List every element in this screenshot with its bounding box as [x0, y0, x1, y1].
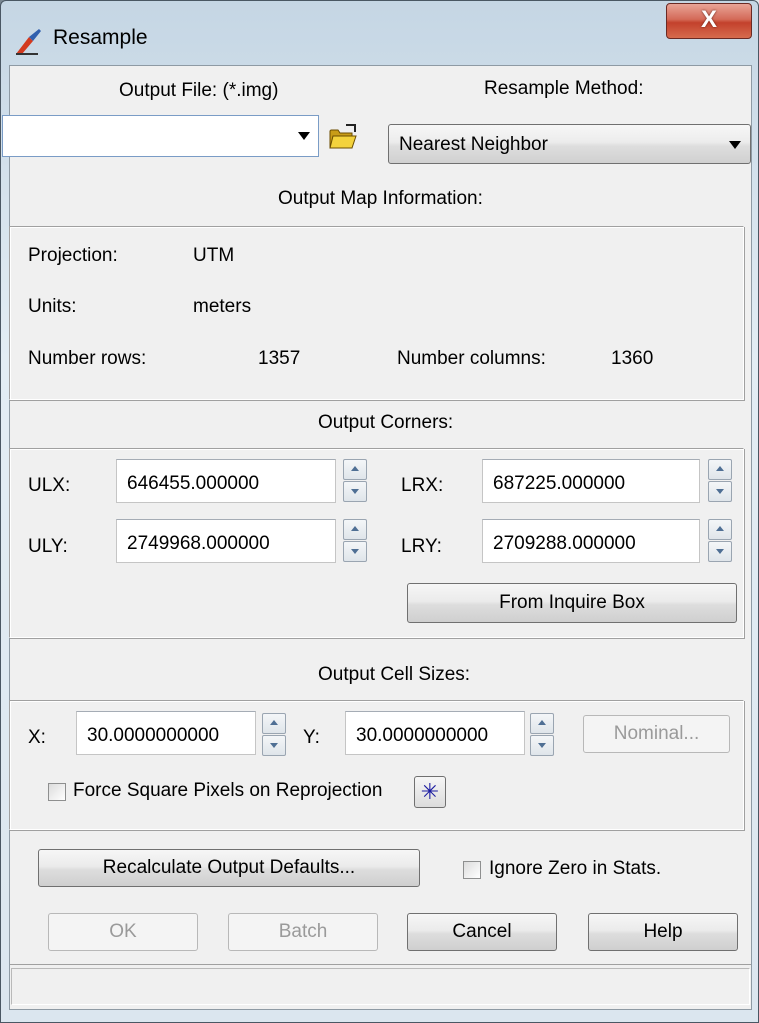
spin-up-icon[interactable] [530, 713, 554, 734]
number-rows-label: Number rows: [28, 348, 147, 369]
corners-group: ULX: LRX: ULY: LRY: From Inquire Box [9, 448, 744, 638]
star-button[interactable]: ✳ [414, 776, 446, 808]
close-button[interactable]: X [666, 3, 752, 39]
map-info-group: Projection: UTM Units: meters Number row… [9, 226, 744, 400]
units-label: Units: [28, 296, 77, 317]
projection-label: Projection: [28, 245, 118, 266]
number-columns-value: 1360 [611, 348, 654, 369]
output-file-input[interactable] [3, 116, 283, 156]
resample-dialog: Resample X Output File: (*.img) Resample… [0, 0, 759, 1023]
uly-stepper[interactable] [343, 519, 367, 563]
spin-up-icon[interactable] [343, 519, 367, 540]
cell-sizes-group: X: Y: Nominal... Force Square Pixels on … [9, 700, 744, 830]
from-inquire-box-button[interactable]: From Inquire Box [407, 583, 737, 623]
chevron-down-icon [729, 141, 741, 149]
lry-input[interactable] [482, 519, 700, 563]
resample-method-value: Nearest Neighbor [399, 134, 548, 155]
map-info-heading: Output Map Information: [278, 188, 483, 209]
projection-value: UTM [193, 245, 235, 266]
cell-y-stepper[interactable] [530, 713, 554, 757]
resample-method-select[interactable]: Nearest Neighbor [388, 124, 751, 164]
lry-stepper[interactable] [708, 519, 732, 563]
spin-up-icon[interactable] [708, 459, 732, 480]
ulx-input[interactable] [116, 459, 336, 503]
ulx-stepper[interactable] [343, 459, 367, 503]
spin-up-icon[interactable] [708, 519, 732, 540]
close-icon: X [700, 6, 717, 33]
resample-app-icon [16, 29, 41, 55]
spin-down-icon[interactable] [708, 481, 732, 502]
force-square-pixels-checkbox[interactable] [48, 783, 66, 801]
corners-heading: Output Corners: [318, 412, 454, 433]
cell-x-label: X: [28, 727, 46, 748]
window-title: Resample [53, 26, 148, 49]
status-bar-panel [11, 968, 750, 1005]
uly-input[interactable] [116, 519, 336, 563]
title-bar[interactable]: Resample X [1, 1, 758, 65]
spin-up-icon[interactable] [343, 459, 367, 480]
open-folder-icon[interactable] [328, 123, 358, 151]
ignore-zero-checkbox[interactable] [463, 861, 481, 879]
lrx-input[interactable] [482, 459, 700, 503]
units-value: meters [193, 296, 252, 317]
cell-y-input[interactable] [345, 711, 525, 755]
lrx-label: LRX: [401, 475, 444, 496]
spin-up-icon[interactable] [262, 713, 286, 734]
lry-label: LRY: [401, 536, 442, 557]
output-file-label: Output File: (*.img) [119, 80, 279, 101]
spin-down-icon[interactable] [343, 481, 367, 502]
cell-sizes-heading: Output Cell Sizes: [318, 664, 471, 685]
cell-y-label: Y: [303, 727, 320, 748]
dialog-client-area: Output File: (*.img) Resample Method: Ne… [2, 65, 752, 1010]
number-rows-value: 1357 [258, 348, 301, 369]
asterisk-icon: ✳ [420, 779, 440, 804]
cell-x-stepper[interactable] [262, 713, 286, 757]
lrx-stepper[interactable] [708, 459, 732, 503]
spin-down-icon[interactable] [262, 735, 286, 756]
output-file-combo[interactable] [2, 115, 319, 157]
number-columns-label: Number columns: [397, 348, 546, 369]
ulx-label: ULX: [28, 475, 71, 496]
cell-x-input[interactable] [76, 711, 256, 755]
spin-down-icon[interactable] [530, 735, 554, 756]
chevron-down-icon[interactable] [298, 132, 310, 140]
recalculate-output-defaults-button[interactable]: Recalculate Output Defaults... [38, 849, 420, 887]
ignore-zero-label[interactable]: Ignore Zero in Stats. [489, 858, 661, 880]
ok-button[interactable]: OK [48, 913, 198, 951]
nominal-button[interactable]: Nominal... [583, 715, 730, 753]
help-button[interactable]: Help [588, 913, 738, 951]
resample-method-label: Resample Method: [484, 78, 644, 99]
uly-label: ULY: [28, 536, 68, 557]
status-bar [10, 964, 751, 1008]
batch-button[interactable]: Batch [228, 913, 378, 951]
spin-down-icon[interactable] [343, 541, 367, 562]
force-square-pixels-label[interactable]: Force Square Pixels on Reprojection [73, 780, 382, 802]
cancel-button[interactable]: Cancel [407, 913, 557, 951]
spin-down-icon[interactable] [708, 541, 732, 562]
